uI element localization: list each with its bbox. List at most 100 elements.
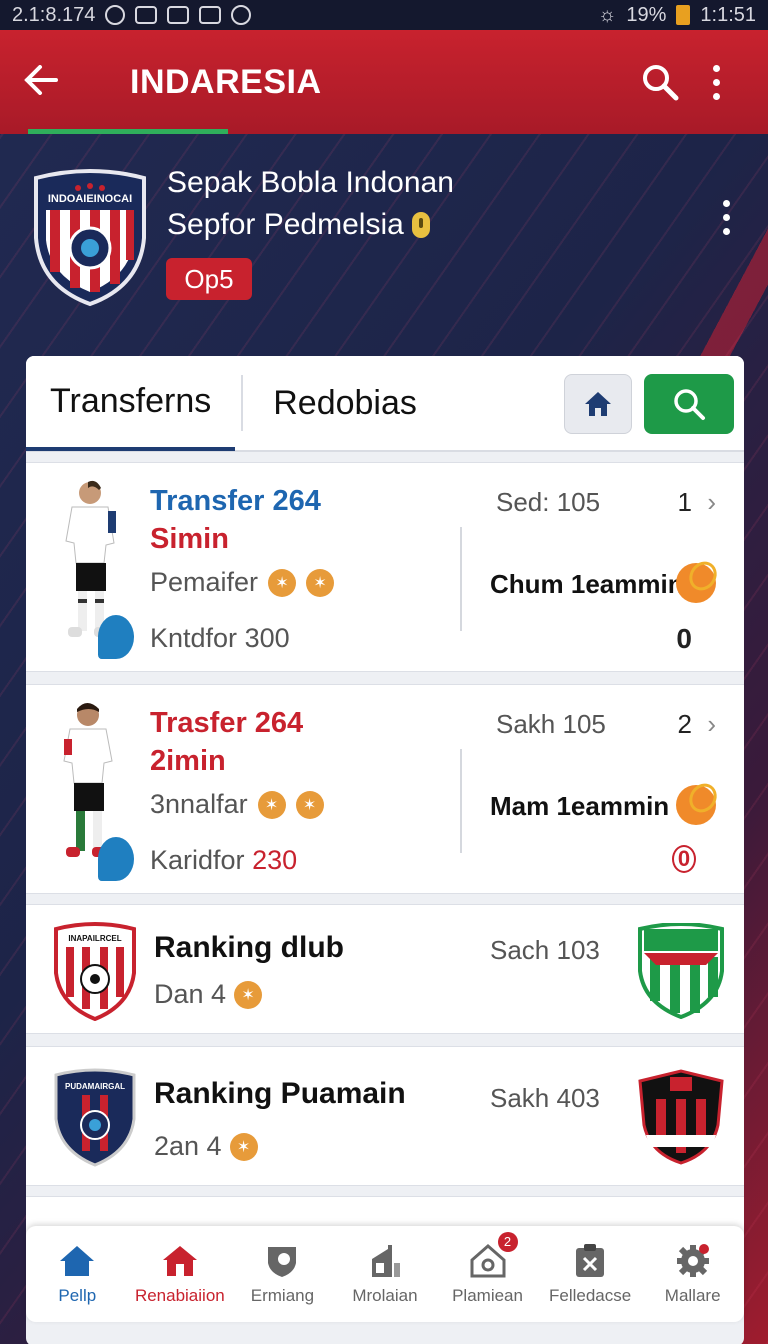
- nav-item-plamiean[interactable]: 2 Plamiean: [438, 1232, 538, 1306]
- search-icon[interactable]: [632, 54, 688, 110]
- ranking-stat: Sach 103: [490, 935, 600, 965]
- battery-icon: [676, 5, 691, 25]
- club-options-icon[interactable]: [723, 200, 730, 235]
- transfer-fee-label: Kntdfor: [150, 623, 238, 653]
- stadium-icon: [160, 1242, 200, 1280]
- building-icon: [365, 1242, 405, 1280]
- row-divider: [460, 527, 462, 631]
- transfer-fee-label: Karidfor: [150, 845, 245, 875]
- nav-label: Mrolaian: [352, 1286, 418, 1305]
- nav-item-pellp[interactable]: Pellp: [27, 1242, 127, 1306]
- gallery-icon: [167, 6, 190, 24]
- nav-label: Plamiean: [452, 1286, 523, 1305]
- status-bar: 2.1:8.174 ☼ 19% 1:1:51: [0, 0, 768, 30]
- nav-item-mrolaian[interactable]: Mrolaian: [335, 1242, 435, 1306]
- transfer-rank: 2: [677, 709, 692, 739]
- nav-label: Renabiaiion: [134, 1286, 225, 1305]
- svg-text:PUDAMAIRGAL: PUDAMAIRGAL: [65, 1082, 125, 1091]
- chevron-right-icon[interactable]: ›: [707, 487, 716, 518]
- search-button[interactable]: [644, 374, 734, 434]
- nav-label: Mallare: [664, 1286, 721, 1305]
- transfer-fee-value: 300: [244, 623, 290, 653]
- whistle-icon: [676, 563, 716, 603]
- notification-icon: [105, 5, 126, 25]
- search-icon: [674, 389, 705, 420]
- club-name: Sepak Bobla Indonan: [167, 166, 454, 199]
- transfer-title: Trasfer 264: [150, 707, 304, 739]
- tab-bar: Transferns Redobias: [26, 356, 744, 452]
- clipboard-icon: [570, 1242, 610, 1280]
- transfer-rank: 1: [677, 487, 692, 517]
- opponent-crest-icon: [638, 1069, 724, 1165]
- club-tag-badge[interactable]: Op5: [166, 258, 252, 300]
- transfer-stat: Sakh 105: [496, 709, 606, 739]
- coin-icon: ✶: [268, 568, 297, 597]
- ranking-sub-text: 2an 4: [154, 1131, 222, 1161]
- clock: 1:1:51: [700, 3, 756, 26]
- page-title: INDARESIA: [130, 62, 322, 101]
- bottom-navigation: Pellp Renabiaiion Ermiang Mrolaian 2 Pla…: [26, 1226, 744, 1322]
- status-left-text: 2.1:8.174: [12, 3, 96, 26]
- club-mini-icon: [98, 615, 134, 659]
- ranking-sub-text: Dan 4: [154, 979, 227, 1009]
- coin-icon: ✶: [257, 790, 286, 819]
- app-bar: INDARESIA: [0, 30, 768, 134]
- nav-label: Ermiang: [250, 1286, 315, 1305]
- transfer-stat: Sed: 105: [496, 487, 601, 517]
- transfer-title: Transfer 264: [150, 485, 321, 517]
- nav-item-felledacse[interactable]: Felledacse: [540, 1242, 640, 1306]
- transfer-fee-value: 230: [252, 845, 298, 875]
- verified-icon: [411, 212, 430, 238]
- nav-item-ermiang[interactable]: Ermiang: [232, 1242, 332, 1306]
- transfer-row[interactable]: Trasfer 264 2imin 3nnalfar ✶ ✶ Karidfor …: [26, 684, 744, 894]
- notification-badge: 2: [497, 1232, 518, 1252]
- tab-transfers[interactable]: Transferns: [26, 356, 236, 451]
- transfer-count: 0: [676, 623, 692, 654]
- wifi-icon: ☼: [598, 3, 617, 26]
- home-icon: [57, 1242, 97, 1280]
- nav-item-renabiaiion[interactable]: Renabiaiion: [130, 1242, 230, 1306]
- club-header: INDOAIEINOCAI Sepak Bobla Indonan Sepfor…: [30, 160, 740, 320]
- svg-text:INDOAIEINOCAI: INDOAIEINOCAI: [48, 193, 132, 205]
- club-mini-icon: [98, 837, 134, 881]
- home-icon: [585, 392, 611, 416]
- transfer-fee: Karidfor 230: [150, 845, 297, 876]
- back-arrow-icon[interactable]: [24, 60, 84, 105]
- coin-icon: ✶: [306, 568, 335, 597]
- row-divider: [460, 749, 462, 853]
- tab-redobias[interactable]: Redobias: [249, 356, 441, 451]
- club-crest-icon: PUDAMAIRGAL: [54, 1068, 136, 1167]
- coin-icon: ✶: [295, 790, 324, 819]
- home-button[interactable]: [564, 374, 632, 434]
- chevron-right-icon[interactable]: ›: [707, 709, 716, 740]
- club-subtitle-text: Sepfor Pedmelsia: [167, 208, 404, 241]
- transfer-role: 3nnalfar ✶ ✶: [150, 789, 324, 820]
- nav-label: Pellp: [58, 1286, 97, 1305]
- transfer-team: Chum 1eammin: [490, 569, 684, 599]
- club-crest-logo: INDOAIEINOCAI: [34, 169, 146, 307]
- ranking-sub: Dan 4 ✶: [154, 979, 263, 1010]
- transfer-row[interactable]: Transfer 264 Simin Pemaifer ✶ ✶ Kntdfor …: [26, 462, 744, 672]
- tab-indicator: [28, 129, 228, 134]
- transfer-team: Mam 1eammin: [490, 791, 670, 821]
- transfer-fee: Kntdfor 300: [150, 623, 290, 654]
- club-crest-icon: INAPAILRCEL: [54, 922, 136, 1021]
- nav-item-mallare[interactable]: Mallare: [643, 1242, 743, 1306]
- content-card: Transferns Redobias Transfer 264 Simin P…: [26, 356, 744, 1344]
- ranking-title: Ranking dlub: [154, 931, 344, 964]
- battery-percent: 19%: [626, 3, 667, 26]
- ranking-row[interactable]: INAPAILRCEL Ranking dlub Dan 4 ✶ Sach 10…: [26, 904, 744, 1034]
- shield-icon: [262, 1242, 302, 1280]
- ranking-title: Ranking Puamain: [154, 1077, 406, 1110]
- opponent-crest-icon: [638, 923, 724, 1019]
- more-menu-icon[interactable]: [688, 54, 744, 110]
- ranking-sub: 2an 4 ✶: [154, 1131, 258, 1162]
- coin-icon: ✶: [229, 1132, 258, 1161]
- transfer-role-text: Pemaifer: [150, 567, 259, 597]
- shield-status-icon: [135, 6, 158, 24]
- transfer-player-name: 2imin: [150, 745, 226, 777]
- ranking-stat: Sakh 403: [490, 1083, 600, 1113]
- whistle-icon: [676, 785, 716, 825]
- tab-divider: [241, 375, 244, 431]
- ranking-row[interactable]: PUDAMAIRGAL Ranking Puamain 2an 4 ✶ Sakh…: [26, 1046, 744, 1186]
